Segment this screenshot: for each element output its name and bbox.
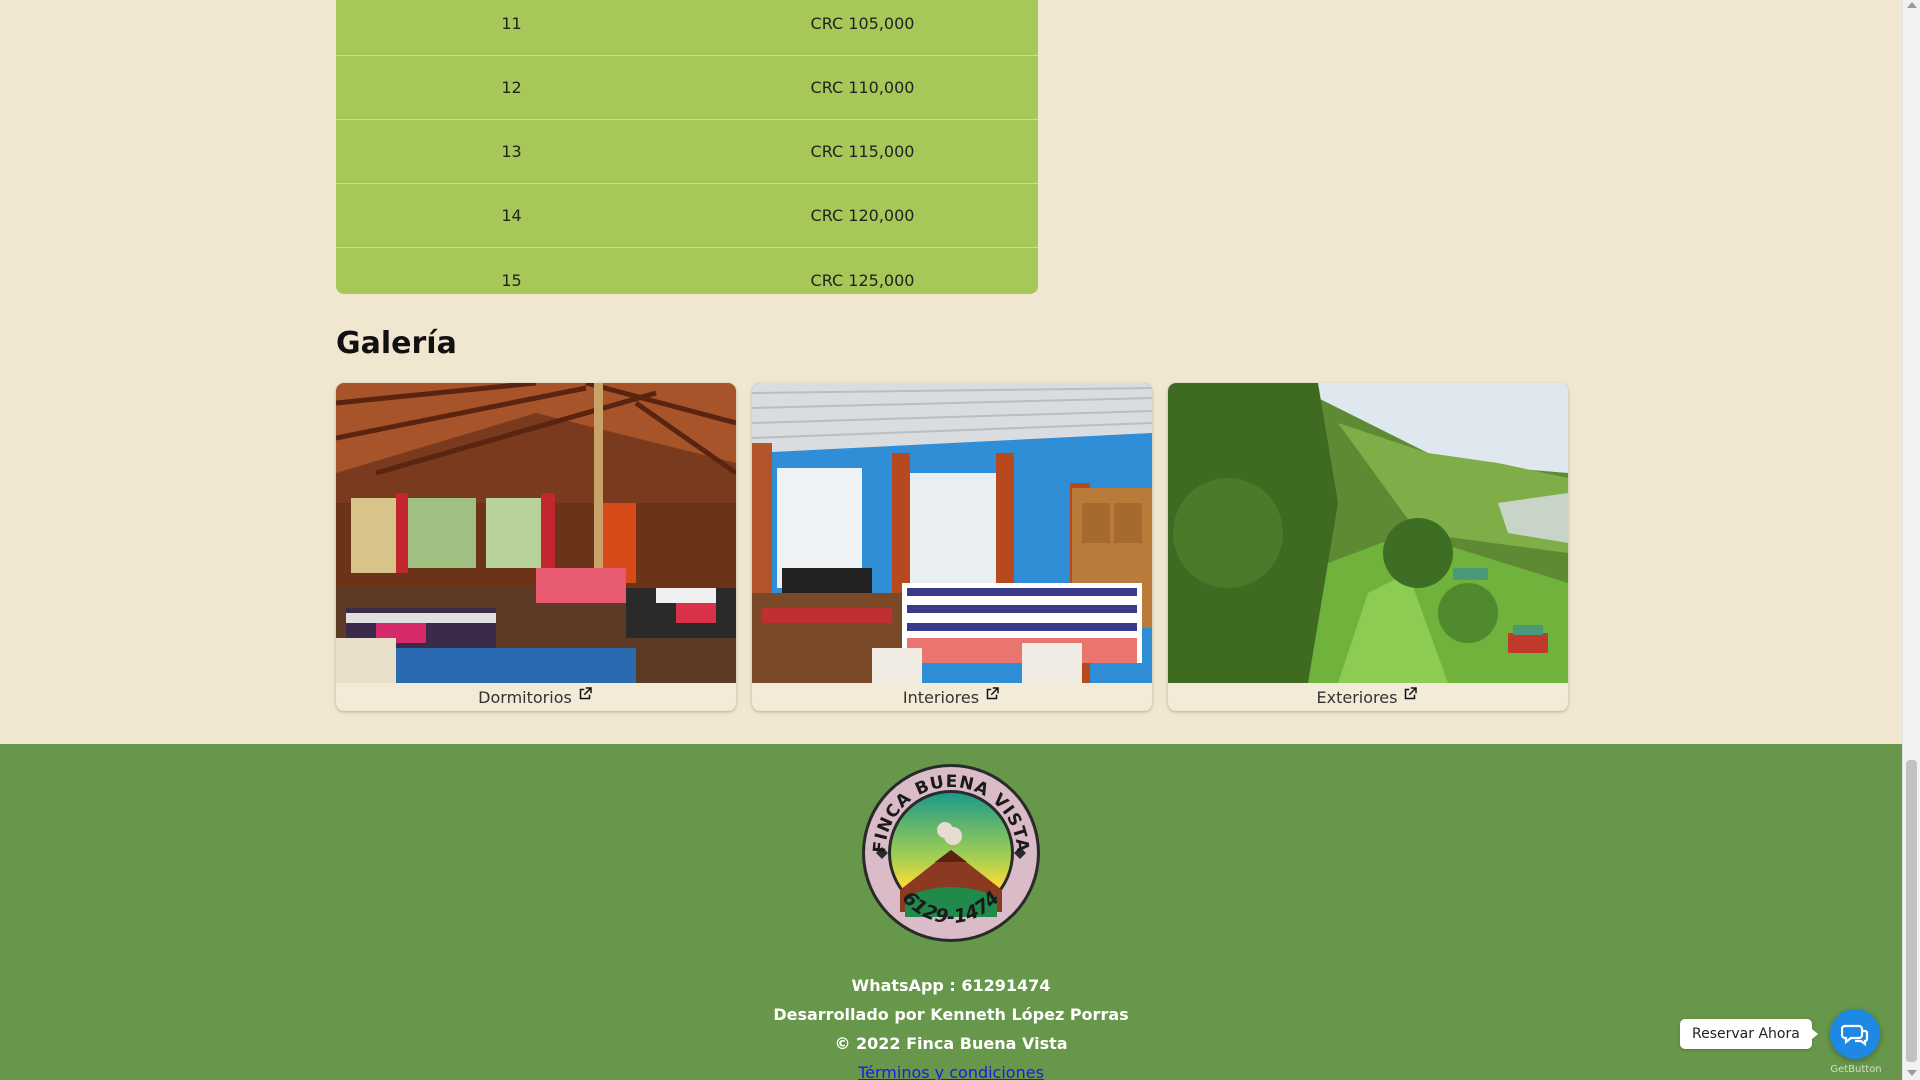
gallery-card-dormitorios[interactable]: Dormitorios [336, 383, 736, 711]
price-value: CRC 110,000 [810, 78, 915, 97]
dormitorios-photo[interactable] [336, 383, 736, 683]
people-count: 12 [501, 78, 522, 97]
exteriores-label: Exteriores [1316, 687, 1398, 707]
dormitorios-label: Dormitorios [478, 687, 572, 707]
footer: FINCA BUENA VISTA 6129-1474 WhatsApp : 6… [0, 744, 1902, 1080]
copyright-text: © 2022 Finca Buena Vista [834, 1034, 1068, 1053]
developer-credit: Desarrollado por Kenneth López Porras [773, 1005, 1129, 1024]
gallery-link-dormitorios[interactable]: Dormitorios [336, 683, 736, 711]
table-row: 11 CRC 105,000 [336, 0, 1038, 56]
external-link-icon [986, 687, 999, 700]
price-value: CRC 105,000 [810, 14, 915, 33]
price-value: CRC 115,000 [810, 142, 915, 161]
gallery-link-exteriores[interactable]: Exteriores [1168, 683, 1568, 711]
scroll-down-arrow-icon[interactable] [1907, 1070, 1917, 1076]
getbutton-brand: GetButton [1830, 1064, 1882, 1075]
chat-label-text: Reservar Ahora [1692, 1026, 1800, 1042]
people-count: 11 [501, 14, 522, 33]
price-value: CRC 120,000 [810, 206, 915, 225]
table-row: 12 CRC 110,000 [336, 56, 1038, 120]
vertical-scrollbar[interactable] [1902, 0, 1920, 1080]
gallery-link-interiores[interactable]: Interiores [752, 683, 1152, 711]
interiores-photo[interactable] [752, 383, 1152, 683]
page: 11 CRC 105,000 12 CRC 110,000 13 CRC 115… [0, 0, 1902, 1080]
gallery-title: Galería [336, 326, 457, 361]
external-link-icon [1405, 687, 1418, 700]
gallery: Dormitorios Interiores Exteriores [336, 383, 1568, 711]
price-value: CRC 125,000 [810, 270, 915, 290]
scroll-up-arrow-icon[interactable] [1907, 2, 1917, 8]
table-row: 14 CRC 120,000 [336, 184, 1038, 248]
gallery-card-exteriores[interactable]: Exteriores [1168, 383, 1568, 711]
whatsapp-text: WhatsApp : 61291474 [851, 976, 1051, 995]
terms-link-container: Términos y condiciones [0, 1063, 1902, 1080]
people-count: 14 [501, 206, 522, 225]
external-link-icon [579, 687, 592, 700]
gallery-card-interiores[interactable]: Interiores [752, 383, 1152, 711]
exteriores-photo[interactable] [1168, 383, 1568, 683]
scroll-thumb[interactable] [1906, 760, 1917, 1062]
terms-link[interactable]: Términos y condiciones [858, 1063, 1044, 1080]
price-table: 11 CRC 105,000 12 CRC 110,000 13 CRC 115… [336, 0, 1038, 294]
interiores-label: Interiores [902, 687, 980, 707]
table-row: 13 CRC 115,000 [336, 120, 1038, 184]
table-row: 15 CRC 125,000 [336, 248, 1038, 294]
chat-bubbles-icon [1841, 1024, 1869, 1047]
finca-buena-vista-logo: FINCA BUENA VISTA 6129-1474 [862, 764, 1040, 942]
people-count: 13 [501, 142, 522, 161]
chat-button[interactable] [1830, 1009, 1880, 1059]
reservar-ahora-label[interactable]: Reservar Ahora [1680, 1019, 1818, 1049]
people-count: 15 [501, 270, 522, 290]
